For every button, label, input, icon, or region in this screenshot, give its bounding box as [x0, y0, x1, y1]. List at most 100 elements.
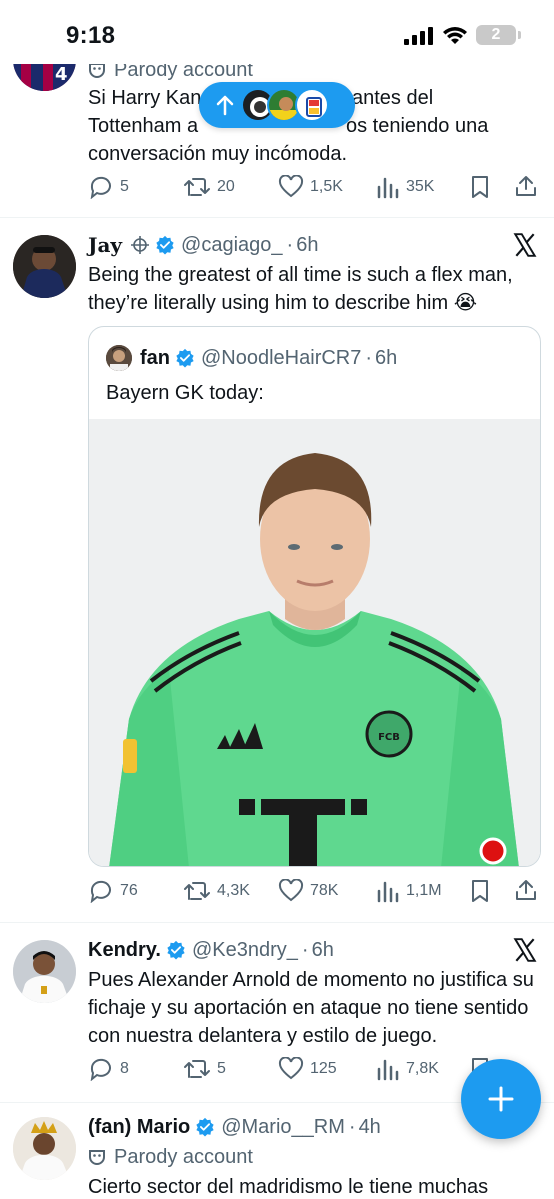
view-count: 1,1M	[406, 882, 442, 899]
repost-button[interactable]: 5	[183, 1054, 226, 1084]
battery-level: 2	[491, 26, 501, 43]
arrow-up-icon	[216, 95, 234, 116]
share-icon[interactable]	[514, 174, 538, 198]
author-handle[interactable]: @Ke3ndry_	[192, 939, 298, 962]
verified-badge-icon	[176, 348, 194, 368]
tweet-text-line: Tottenham a	[88, 115, 199, 137]
quote-time: 6h	[375, 346, 398, 369]
x-logo-icon	[513, 938, 537, 962]
quote-author-name: fan	[140, 346, 170, 369]
repost-button[interactable]: 20	[183, 172, 235, 202]
cellular-signal-icon	[404, 27, 433, 45]
view-count: 7,8K	[406, 1060, 439, 1077]
like-count: 1,5K	[310, 178, 343, 195]
avatar[interactable]	[13, 235, 76, 298]
parody-label-text: Parody account	[114, 1145, 253, 1168]
tweet-top[interactable]: 4 Parody account Si Harry Kan antes del …	[0, 28, 554, 218]
reply-button[interactable]: 8	[88, 1054, 129, 1084]
svg-text:FCB: FCB	[378, 732, 400, 743]
tweet-text-line: antes del	[352, 87, 434, 109]
reply-icon	[90, 880, 111, 903]
bookmark-icon[interactable]	[470, 175, 490, 199]
plus-icon	[488, 1086, 514, 1112]
quote-author-handle: @NoodleHairCR7	[201, 346, 362, 369]
tweet-time[interactable]: 4h	[359, 1116, 381, 1139]
avatar[interactable]	[13, 940, 76, 1003]
author-name[interactable]: (fan) Mario	[88, 1116, 190, 1139]
tweet-text: Being the greatest of all time is such a…	[88, 264, 513, 314]
battery-icon: 2	[476, 25, 516, 45]
new-posts-pill[interactable]	[199, 82, 355, 128]
author-name[interactable]: Jay	[88, 233, 122, 257]
heart-icon	[278, 879, 304, 902]
reply-button[interactable]: 5	[88, 172, 129, 202]
views-button[interactable]: 1,1M	[376, 876, 442, 906]
quote-header: fan @NoodleHairCR7 · 6h	[106, 345, 397, 371]
views-button[interactable]: 7,8K	[376, 1054, 439, 1084]
tweet-actions: 76 4,3K 78K 1,1M	[88, 876, 540, 906]
views-chart-icon	[377, 177, 399, 199]
goalkeeper-photo: FCB	[89, 419, 540, 866]
tweet-header: Jay @cagiago_ · 6h	[88, 231, 540, 259]
repost-count: 4,3K	[217, 882, 250, 899]
avatar[interactable]	[13, 1117, 76, 1180]
repost-icon	[184, 882, 210, 900]
battery-cap	[518, 31, 521, 39]
separator-dot: ·	[301, 938, 309, 961]
tweet-time[interactable]: 6h	[296, 234, 318, 257]
like-button[interactable]: 125	[278, 1054, 337, 1084]
tweet-time[interactable]: 6h	[312, 939, 334, 962]
tweet-text-line: os teniendo una	[346, 115, 489, 137]
repost-button[interactable]: 4,3K	[183, 876, 250, 906]
share-icon[interactable]	[514, 878, 538, 902]
tweet-text-line: conversación muy incómoda.	[88, 143, 348, 165]
author-handle[interactable]: @cagiago_	[181, 234, 282, 257]
reply-count: 76	[120, 882, 138, 899]
like-button[interactable]: 78K	[278, 876, 338, 906]
repost-icon	[184, 178, 210, 196]
view-count: 35K	[406, 178, 435, 195]
reply-icon	[90, 1058, 111, 1081]
svg-text:4: 4	[55, 64, 68, 85]
separator-dot: ·	[286, 233, 294, 256]
verified-badge-icon	[196, 1117, 214, 1137]
verified-badge-icon	[167, 940, 185, 960]
separator-dot: ·	[348, 1115, 356, 1138]
views-chart-icon	[377, 1059, 399, 1081]
quote-avatar	[106, 345, 132, 371]
separator-dot: ·	[365, 346, 373, 369]
compose-post-button[interactable]	[461, 1059, 541, 1139]
reply-icon	[90, 176, 111, 199]
tweet-text-line: Si Harry Kan	[88, 87, 202, 109]
views-chart-icon	[377, 881, 399, 903]
reply-button[interactable]: 76	[88, 876, 138, 906]
author-name[interactable]: Kendry.	[88, 939, 161, 962]
views-button[interactable]: 35K	[376, 172, 434, 202]
heart-icon	[278, 1057, 304, 1080]
author-handle[interactable]: @Mario__RM	[221, 1116, 345, 1139]
reply-count: 8	[120, 1060, 129, 1077]
repost-icon	[184, 1060, 210, 1078]
quote-text: Bayern GK today:	[106, 382, 264, 404]
status-bar: 9:18 2	[0, 0, 554, 64]
tweet-jay[interactable]: Jay @cagiago_ · 6h Being the greatest of…	[0, 218, 554, 923]
tweet-text: Cierto sector del madridismo le tiene mu…	[88, 1176, 489, 1198]
tweet-text: Pues Alexander Arnold de momento no just…	[88, 969, 534, 1047]
bookmark-icon[interactable]	[470, 879, 490, 903]
like-button[interactable]: 1,5K	[278, 172, 343, 202]
reply-count: 5	[120, 178, 129, 195]
repost-count: 20	[217, 178, 235, 195]
parody-label: Parody account	[88, 1143, 540, 1171]
pill-avatar-3	[295, 88, 329, 122]
x-logo-icon	[513, 233, 537, 257]
like-count: 78K	[310, 882, 339, 899]
quoted-tweet[interactable]: fan @NoodleHairCR7 · 6h Bayern GK today:	[88, 326, 541, 867]
crosshair-icon	[131, 236, 150, 254]
tweet-header: Kendry. @Ke3ndry_ · 6h	[88, 936, 540, 964]
status-time: 9:18	[66, 22, 116, 49]
quote-media-image[interactable]: FCB	[89, 419, 540, 866]
verified-badge-icon	[156, 235, 174, 255]
parody-mask-icon	[89, 1150, 105, 1165]
wifi-icon	[443, 27, 467, 44]
tweet-actions: 5 20 1,5K 35K	[88, 172, 540, 202]
